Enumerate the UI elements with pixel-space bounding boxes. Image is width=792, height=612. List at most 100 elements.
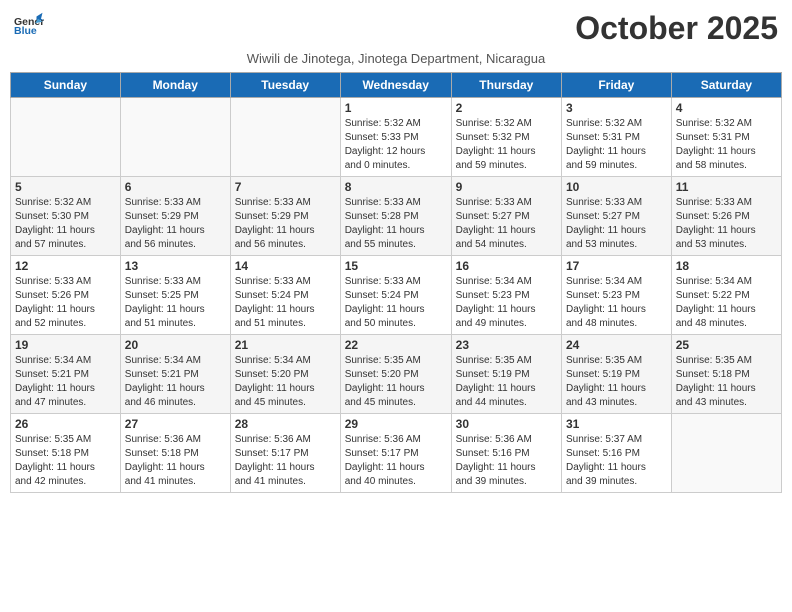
calendar-cell: 18Sunrise: 5:34 AM Sunset: 5:22 PM Dayli…	[671, 256, 781, 335]
day-info: Sunrise: 5:33 AM Sunset: 5:29 PM Dayligh…	[235, 196, 336, 252]
calendar-cell: 6Sunrise: 5:33 AM Sunset: 5:29 PM Daylig…	[120, 177, 230, 256]
day-number: 14	[235, 259, 336, 273]
calendar-cell: 26 Sunrise: 5:35 AM Sunset: 5:18 PM Dayli…	[11, 414, 121, 493]
calendar-cell: 24 Sunrise: 5:35 AM Sunset: 5:19 PM Dayli…	[561, 335, 671, 414]
day-info: Sunrise: 5:35 AM Sunset: 5:18 PM Dayligh…	[676, 354, 777, 410]
calendar-cell: 13 Sunrise: 5:33 AM Sunset: 5:25 PM Dayli…	[120, 256, 230, 335]
day-number: 25	[676, 338, 777, 352]
calendar-cell: 11 Sunrise: 5:33 AM Sunset: 5:26 PM Dayli…	[671, 177, 781, 256]
day-info: Sunrise: 5:34 AM Sunset: 5:20 PM Dayligh…	[235, 354, 336, 410]
day-number: 22	[345, 338, 447, 352]
calendar-cell: 25 Sunrise: 5:35 AM Sunset: 5:18 PM Dayli…	[671, 335, 781, 414]
location-subtitle: Wiwili de Jinotega, Jinotega Department,…	[10, 51, 782, 66]
day-info: Sunrise: 5:34 AM Sunset: 5:21 PM Dayligh…	[15, 354, 116, 410]
calendar-cell: 1Sunrise: 5:32 AM Sunset: 5:33 PM Daylig…	[340, 98, 451, 177]
calendar-cell: 29 Sunrise: 5:36 AM Sunset: 5:17 PM Dayli…	[340, 414, 451, 493]
page-header: General Blue October 2025	[10, 10, 782, 47]
calendar-cell: 23 Sunrise: 5:35 AM Sunset: 5:19 PM Dayli…	[451, 335, 561, 414]
calendar-cell	[11, 98, 121, 177]
day-number: 24	[566, 338, 667, 352]
day-info: Sunrise: 5:35 AM Sunset: 5:18 PM Dayligh…	[15, 433, 116, 489]
day-info: Sunrise: 5:36 AM Sunset: 5:16 PM Dayligh…	[456, 433, 557, 489]
calendar-week-2: 5 Sunrise: 5:32 AM Sunset: 5:30 PM Daylig…	[11, 177, 782, 256]
calendar-cell	[120, 98, 230, 177]
day-number: 31	[566, 417, 667, 431]
day-info: Sunrise: 5:35 AM Sunset: 5:19 PM Dayligh…	[456, 354, 557, 410]
day-number: 23	[456, 338, 557, 352]
day-info: Sunrise: 5:33 AM Sunset: 5:24 PM Dayligh…	[235, 275, 336, 331]
weekday-header-monday: Monday	[120, 73, 230, 98]
day-number: 10	[566, 180, 667, 194]
day-number: 20	[125, 338, 226, 352]
calendar-cell: 15Sunrise: 5:33 AM Sunset: 5:24 PM Dayli…	[340, 256, 451, 335]
calendar-cell: 4 Sunrise: 5:32 AM Sunset: 5:31 PM Daylig…	[671, 98, 781, 177]
weekday-header-sunday: Sunday	[11, 73, 121, 98]
month-title-block: October 2025	[575, 10, 778, 47]
calendar-cell: 7 Sunrise: 5:33 AM Sunset: 5:29 PM Daylig…	[230, 177, 340, 256]
calendar-cell: 20 Sunrise: 5:34 AM Sunset: 5:21 PM Dayli…	[120, 335, 230, 414]
day-info: Sunrise: 5:36 AM Sunset: 5:17 PM Dayligh…	[235, 433, 336, 489]
day-number: 19	[15, 338, 116, 352]
calendar-cell: 22Sunrise: 5:35 AM Sunset: 5:20 PM Dayli…	[340, 335, 451, 414]
day-number: 2	[456, 101, 557, 115]
calendar-week-3: 12Sunrise: 5:33 AM Sunset: 5:26 PM Dayli…	[11, 256, 782, 335]
logo: General Blue	[14, 10, 44, 38]
day-number: 13	[125, 259, 226, 273]
day-info: Sunrise: 5:33 AM Sunset: 5:26 PM Dayligh…	[676, 196, 777, 252]
weekday-header-tuesday: Tuesday	[230, 73, 340, 98]
day-number: 27	[125, 417, 226, 431]
calendar-cell: 8 Sunrise: 5:33 AM Sunset: 5:28 PM Daylig…	[340, 177, 451, 256]
day-number: 5	[15, 180, 116, 194]
day-info: Sunrise: 5:33 AM Sunset: 5:29 PM Dayligh…	[125, 196, 226, 252]
calendar-cell: 17Sunrise: 5:34 AM Sunset: 5:23 PM Dayli…	[561, 256, 671, 335]
day-number: 8	[345, 180, 447, 194]
calendar-table: SundayMondayTuesdayWednesdayThursdayFrid…	[10, 72, 782, 493]
day-info: Sunrise: 5:33 AM Sunset: 5:28 PM Dayligh…	[345, 196, 447, 252]
day-info: Sunrise: 5:33 AM Sunset: 5:27 PM Dayligh…	[566, 196, 667, 252]
day-info: Sunrise: 5:32 AM Sunset: 5:30 PM Dayligh…	[15, 196, 116, 252]
calendar-cell: 12Sunrise: 5:33 AM Sunset: 5:26 PM Dayli…	[11, 256, 121, 335]
day-number: 16	[456, 259, 557, 273]
day-number: 26	[15, 417, 116, 431]
day-number: 4	[676, 101, 777, 115]
weekday-header-saturday: Saturday	[671, 73, 781, 98]
weekday-header-friday: Friday	[561, 73, 671, 98]
day-info: Sunrise: 5:33 AM Sunset: 5:24 PM Dayligh…	[345, 275, 447, 331]
calendar-cell: 31Sunrise: 5:37 AM Sunset: 5:16 PM Dayli…	[561, 414, 671, 493]
calendar-cell: 5 Sunrise: 5:32 AM Sunset: 5:30 PM Daylig…	[11, 177, 121, 256]
calendar-week-5: 26 Sunrise: 5:35 AM Sunset: 5:18 PM Dayli…	[11, 414, 782, 493]
calendar-cell: 14 Sunrise: 5:33 AM Sunset: 5:24 PM Dayli…	[230, 256, 340, 335]
day-info: Sunrise: 5:32 AM Sunset: 5:33 PM Dayligh…	[345, 117, 447, 173]
weekday-header-wednesday: Wednesday	[340, 73, 451, 98]
calendar-header-row: SundayMondayTuesdayWednesdayThursdayFrid…	[11, 73, 782, 98]
day-info: Sunrise: 5:33 AM Sunset: 5:27 PM Dayligh…	[456, 196, 557, 252]
weekday-header-thursday: Thursday	[451, 73, 561, 98]
calendar-cell: 10 Sunrise: 5:33 AM Sunset: 5:27 PM Dayli…	[561, 177, 671, 256]
day-number: 7	[235, 180, 336, 194]
calendar-cell: 3Sunrise: 5:32 AM Sunset: 5:31 PM Daylig…	[561, 98, 671, 177]
day-info: Sunrise: 5:34 AM Sunset: 5:22 PM Dayligh…	[676, 275, 777, 331]
day-info: Sunrise: 5:36 AM Sunset: 5:17 PM Dayligh…	[345, 433, 447, 489]
calendar-cell	[230, 98, 340, 177]
day-info: Sunrise: 5:32 AM Sunset: 5:31 PM Dayligh…	[566, 117, 667, 173]
calendar-week-4: 19 Sunrise: 5:34 AM Sunset: 5:21 PM Dayli…	[11, 335, 782, 414]
day-info: Sunrise: 5:33 AM Sunset: 5:25 PM Dayligh…	[125, 275, 226, 331]
calendar-cell: 16 Sunrise: 5:34 AM Sunset: 5:23 PM Dayli…	[451, 256, 561, 335]
calendar-cell: 2 Sunrise: 5:32 AM Sunset: 5:32 PM Daylig…	[451, 98, 561, 177]
day-number: 29	[345, 417, 447, 431]
day-number: 28	[235, 417, 336, 431]
calendar-cell: 27 Sunrise: 5:36 AM Sunset: 5:18 PM Dayli…	[120, 414, 230, 493]
calendar-cell: 9Sunrise: 5:33 AM Sunset: 5:27 PM Daylig…	[451, 177, 561, 256]
day-info: Sunrise: 5:34 AM Sunset: 5:23 PM Dayligh…	[456, 275, 557, 331]
day-info: Sunrise: 5:36 AM Sunset: 5:18 PM Dayligh…	[125, 433, 226, 489]
day-number: 21	[235, 338, 336, 352]
day-info: Sunrise: 5:34 AM Sunset: 5:21 PM Dayligh…	[125, 354, 226, 410]
day-number: 11	[676, 180, 777, 194]
day-info: Sunrise: 5:34 AM Sunset: 5:23 PM Dayligh…	[566, 275, 667, 331]
calendar-week-1: 1Sunrise: 5:32 AM Sunset: 5:33 PM Daylig…	[11, 98, 782, 177]
calendar-cell: 19 Sunrise: 5:34 AM Sunset: 5:21 PM Dayli…	[11, 335, 121, 414]
day-info: Sunrise: 5:32 AM Sunset: 5:31 PM Dayligh…	[676, 117, 777, 173]
month-title: October 2025	[575, 10, 778, 47]
day-info: Sunrise: 5:35 AM Sunset: 5:19 PM Dayligh…	[566, 354, 667, 410]
day-info: Sunrise: 5:32 AM Sunset: 5:32 PM Dayligh…	[456, 117, 557, 173]
